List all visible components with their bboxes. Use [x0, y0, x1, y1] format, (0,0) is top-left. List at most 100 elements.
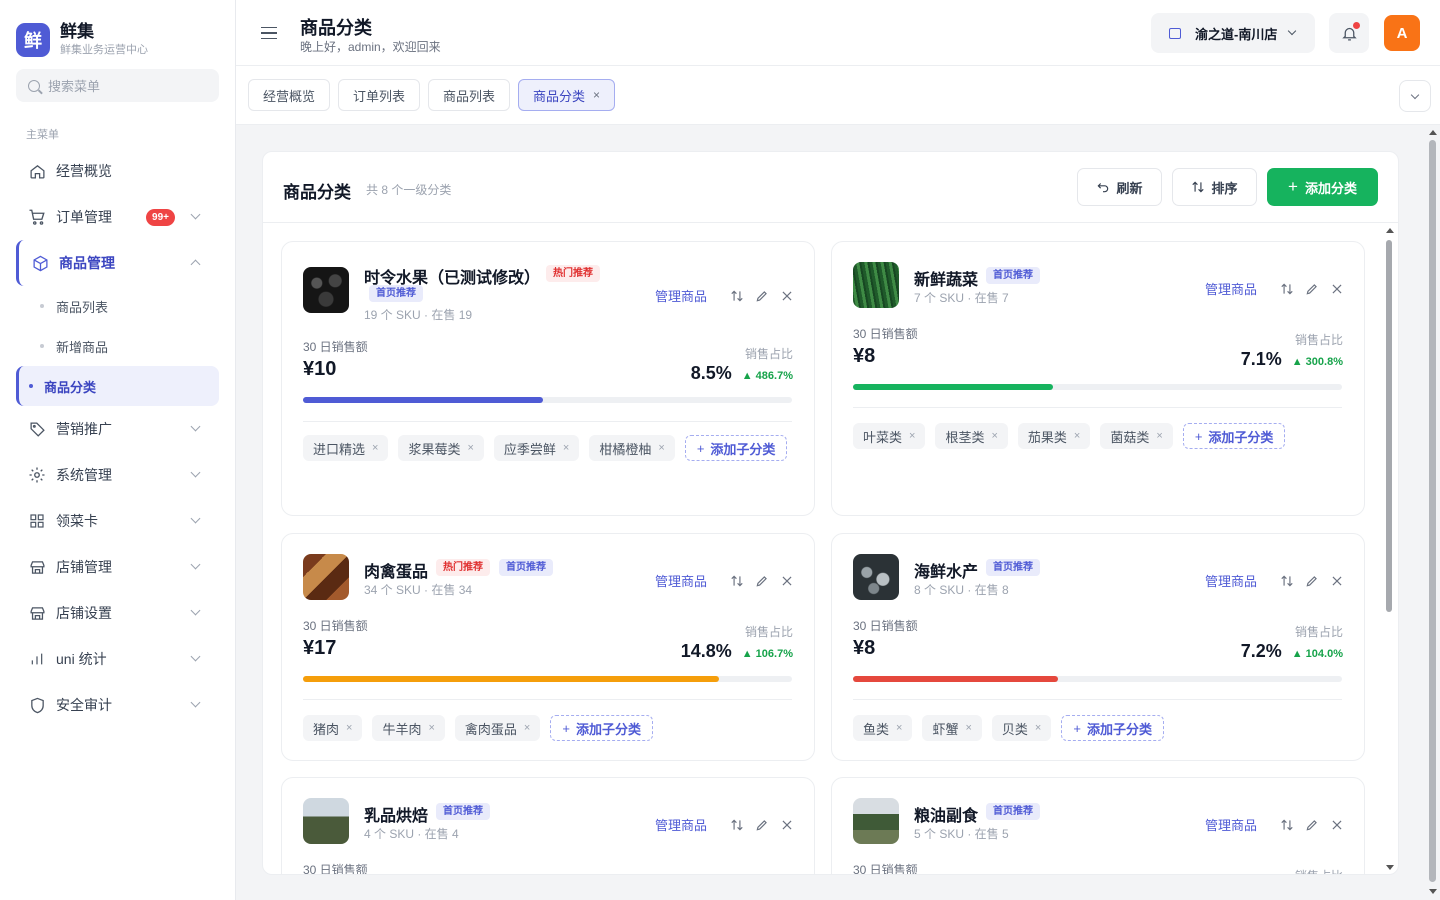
category-name[interactable]: 乳品烘焙 — [364, 802, 428, 826]
subcategory-chip[interactable]: 应季尝鲜 × — [493, 435, 580, 461]
remove-icon[interactable]: × — [372, 442, 378, 454]
menu-search-placeholder: 搜索菜单 — [48, 79, 101, 94]
edit-icon[interactable] — [1305, 818, 1319, 832]
subcategory-chip[interactable]: 柑橘橙柚 × — [589, 435, 675, 461]
page-scroll-up-arrow[interactable] — [1429, 130, 1437, 135]
sort-icon[interactable] — [1280, 282, 1294, 296]
subcategory-chip[interactable]: 根茎类 × — [935, 423, 1008, 449]
sidebar-subitem-product-list[interactable]: 商品列表 — [16, 286, 219, 326]
sort-icon[interactable] — [730, 289, 744, 303]
tab-product-category[interactable]: 商品分类 × — [518, 79, 616, 111]
subcategory-chip[interactable]: 菌菇类 × — [1100, 423, 1173, 449]
close-icon[interactable] — [1330, 282, 1344, 296]
sidebar-item-orders[interactable]: 订单管理 99+ — [16, 194, 219, 240]
tabs-dropdown-button[interactable] — [1399, 80, 1431, 112]
remove-icon[interactable]: × — [965, 722, 971, 734]
edit-icon[interactable] — [1305, 282, 1319, 296]
sidebar-item-marketing[interactable]: 营销推广 — [16, 406, 219, 452]
home-tag: 首页推荐 — [986, 267, 1040, 284]
tab-order-list[interactable]: 订单列表 — [338, 79, 421, 111]
scroll-up-arrow[interactable] — [1386, 228, 1394, 233]
subcategory-chip[interactable]: 茄果类 × — [1017, 423, 1091, 449]
store-selector[interactable]: 渝之道-南川店 — [1151, 13, 1315, 53]
subcategory-chip[interactable]: 鱼类 × — [853, 715, 913, 741]
edit-icon[interactable] — [1305, 574, 1319, 588]
sidebar-nav: 经营概览 订单管理 99+ 商品管理 商品列表 新增商品 商品分类 营销推广 系… — [16, 148, 219, 728]
manage-products-link[interactable]: 管理商品 — [1205, 279, 1257, 298]
sidebar-item-system[interactable]: 系统管理 — [16, 452, 219, 498]
add-category-button[interactable]: + 添加分类 — [1267, 168, 1378, 206]
close-icon[interactable] — [780, 289, 794, 303]
manage-products-link[interactable]: 管理商品 — [655, 815, 707, 834]
category-name[interactable]: 海鲜水产 — [914, 558, 978, 582]
remove-icon[interactable]: × — [428, 722, 434, 734]
sort-icon[interactable] — [1280, 818, 1294, 832]
close-icon[interactable] — [1330, 818, 1344, 832]
remove-icon[interactable]: × — [1035, 722, 1041, 734]
page-scrollbar-thumb[interactable] — [1429, 140, 1436, 882]
subcategory-chip[interactable]: 牛羊肉 × — [372, 715, 445, 741]
manage-products-link[interactable]: 管理商品 — [1205, 815, 1257, 834]
remove-icon[interactable]: × — [991, 430, 997, 442]
category-name[interactable]: 粮油副食 — [914, 802, 978, 826]
menu-search-input[interactable]: 搜索菜单 — [16, 69, 219, 102]
sidebar-subitem-new-product[interactable]: 新增商品 — [16, 326, 219, 366]
close-icon[interactable] — [1330, 574, 1344, 588]
close-icon[interactable] — [780, 574, 794, 588]
refresh-button[interactable]: 刷新 — [1077, 168, 1162, 206]
edit-icon[interactable] — [755, 818, 769, 832]
page-scroll-down-arrow[interactable] — [1429, 889, 1437, 894]
remove-icon[interactable]: × — [524, 722, 530, 734]
manage-products-link[interactable]: 管理商品 — [655, 286, 707, 305]
add-subcategory-button[interactable]: + 添加子分类 — [1182, 423, 1286, 449]
manage-products-link[interactable]: 管理商品 — [1205, 571, 1257, 590]
sidebar-item-overview[interactable]: 经营概览 — [16, 148, 219, 194]
edit-icon[interactable] — [755, 574, 769, 588]
remove-icon[interactable]: × — [896, 722, 902, 734]
category-name[interactable]: 肉禽蛋品 — [364, 558, 428, 582]
sidebar-item-veg-card[interactable]: 领菜卡 — [16, 498, 219, 544]
category-panel: 商品分类 共 8 个一级分类 刷新 排序 + 添加分类 时令水果（已测试修改） … — [262, 151, 1399, 875]
scroll-down-arrow[interactable] — [1386, 865, 1394, 870]
add-subcategory-button[interactable]: + 添加子分类 — [550, 715, 653, 741]
close-tab-icon[interactable]: × — [593, 88, 600, 102]
notification-button[interactable] — [1329, 13, 1369, 53]
panel-scrollbar-thumb[interactable] — [1386, 240, 1392, 612]
sort-icon[interactable] — [730, 818, 744, 832]
menu-toggle-icon[interactable] — [261, 27, 277, 39]
remove-icon[interactable]: × — [346, 722, 352, 734]
remove-icon[interactable]: × — [658, 442, 664, 454]
brand[interactable]: 鲜 鲜集 鲜集业务运营中心 — [16, 22, 148, 57]
sidebar-item-products[interactable]: 商品管理 — [16, 240, 219, 286]
remove-icon[interactable]: × — [909, 430, 915, 442]
sidebar-item-store-manage[interactable]: 店铺管理 — [16, 544, 219, 590]
manage-products-link[interactable]: 管理商品 — [655, 571, 707, 590]
sidebar-subitem-product-category[interactable]: 商品分类 — [16, 366, 219, 406]
subcategory-chip[interactable]: 浆果莓类 × — [398, 435, 484, 461]
remove-icon[interactable]: × — [563, 442, 569, 454]
edit-icon[interactable] — [755, 289, 769, 303]
add-subcategory-button[interactable]: + 添加子分类 — [1061, 715, 1164, 741]
sort-button[interactable]: 排序 — [1172, 168, 1257, 206]
sort-icon[interactable] — [730, 574, 744, 588]
subcategory-chip[interactable]: 贝类 × — [991, 715, 1052, 741]
sort-icon[interactable] — [1280, 574, 1294, 588]
subcategory-chip[interactable]: 禽肉蛋品 × — [454, 715, 541, 741]
subcategory-chip[interactable]: 猪肉 × — [303, 715, 363, 741]
subcategory-chip[interactable]: 虾蟹 × — [922, 715, 982, 741]
subcategory-chip[interactable]: 进口精选 × — [303, 435, 389, 461]
subcategory-chip[interactable]: 叶菜类 × — [853, 423, 926, 449]
box-icon — [31, 254, 49, 272]
sidebar-item-store-settings[interactable]: 店铺设置 — [16, 590, 219, 636]
close-icon[interactable] — [780, 818, 794, 832]
remove-icon[interactable]: × — [1156, 430, 1162, 442]
user-avatar[interactable]: A — [1384, 15, 1420, 51]
sidebar-item-security-audit[interactable]: 安全审计 — [16, 682, 219, 728]
tab-overview[interactable]: 经营概览 — [248, 79, 331, 111]
remove-icon[interactable]: × — [467, 442, 473, 454]
add-subcategory-button[interactable]: + 添加子分类 — [684, 435, 788, 461]
sidebar-item-uni-stats[interactable]: uni 统计 — [16, 636, 219, 682]
category-name[interactable]: 新鲜蔬菜 — [914, 266, 978, 290]
tab-product-list[interactable]: 商品列表 — [428, 79, 511, 111]
remove-icon[interactable]: × — [1074, 430, 1080, 442]
